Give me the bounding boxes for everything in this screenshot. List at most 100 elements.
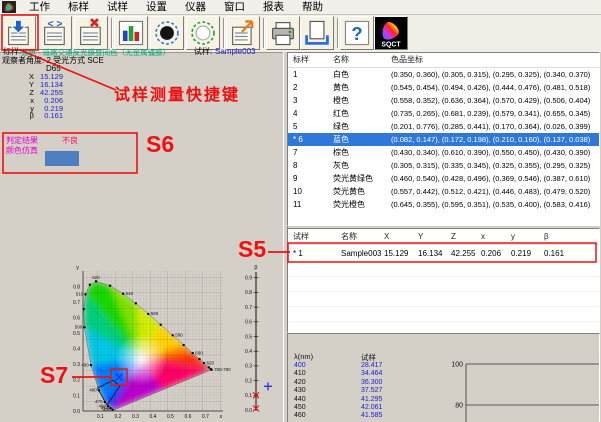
sample-cell: 0.219 [511, 245, 531, 262]
svg-text:0.1: 0.1 [73, 393, 80, 399]
col-header-coords: 色品坐标 [391, 53, 423, 67]
spectral-row: 400 28.417 [288, 362, 438, 370]
bar-chart-icon [116, 18, 146, 48]
svg-text:0.4: 0.4 [150, 414, 157, 420]
sample-target-icon [188, 18, 218, 48]
menu-item-standard[interactable]: 标样 [59, 0, 98, 14]
menu-item-sample[interactable]: 试样 [98, 0, 137, 14]
sample-cell: 42.255 [451, 245, 475, 262]
svg-text:510: 510 [76, 292, 84, 297]
annotation-s5-label: S5 [238, 236, 266, 263]
delete-icon [76, 18, 106, 48]
menu-item-instrument[interactable]: 仪器 [176, 0, 215, 14]
wavelength-value: 410 [294, 370, 306, 378]
standards-row[interactable]: 9荧光黄绿色(0.460, 0.540), (0.428, 0.496), (0… [288, 172, 599, 185]
judgment-result-value: 不良 [62, 136, 78, 145]
sample-target-button[interactable] [186, 16, 220, 50]
standards-row[interactable]: 11荧光橙色(0.645, 0.355), (0.595, 0.351), (0… [288, 198, 599, 211]
svg-text:< >: < > [47, 19, 62, 30]
compare-button[interactable]: < > [38, 16, 72, 50]
standard-name: 橙色 [333, 94, 349, 107]
standard-label: 标样: [3, 47, 21, 56]
standards-row[interactable]: 10荧光黄色(0.557, 0.442), (0.512, 0.421), (0… [288, 185, 599, 198]
export-report-icon [228, 18, 258, 48]
col-header-beta: β [544, 229, 549, 244]
menu-item-window[interactable]: 窗口 [215, 0, 254, 14]
empty-row [288, 292, 599, 307]
standard-id: * 6 [293, 133, 303, 146]
reflectance-chart: 100 80 [446, 334, 599, 422]
tristimulus-block: X15.129Y16.134Z42.255x0.206y0.219β0.161 [2, 73, 64, 120]
menu-item-settings[interactable]: 设置 [137, 0, 176, 14]
svg-text:0.3: 0.3 [73, 362, 80, 368]
sample-measure-button[interactable] [2, 16, 36, 50]
menu-item-report[interactable]: 报表 [254, 0, 293, 14]
svg-text:0.2: 0.2 [115, 414, 122, 420]
spectral-panel: λ(nm) 试样 40028.41741034.46442036.3004303… [287, 333, 600, 422]
standard-id: 7 [293, 146, 297, 159]
col-header-x: x [481, 229, 485, 244]
help-button[interactable]: ? [340, 16, 374, 50]
grid-major [83, 271, 223, 411]
svg-text:480: 480 [89, 388, 97, 393]
sample-row[interactable]: * 1Sample00315.12916.13442.2550.2060.219… [288, 245, 599, 262]
print-preview-button[interactable] [300, 16, 334, 50]
standard-name: 荧光橙色 [333, 198, 365, 211]
standards-row[interactable]: 5绿色(0.201, 0.776), (0.285, 0.441), (0.17… [288, 120, 599, 133]
standard-name: 黄色 [333, 81, 349, 94]
col-header-name: 名称 [333, 53, 349, 67]
standards-row[interactable]: 2黄色(0.545, 0.454), (0.494, 0.426), (0.44… [288, 81, 599, 94]
menu-bar: 工作 标样 试样 设置 仪器 窗口 报表 帮助 [0, 0, 601, 15]
standards-row[interactable]: 3橙色(0.558, 0.352), (0.636, 0.364), (0.57… [288, 94, 599, 107]
standard-id: 11 [293, 198, 301, 211]
app-window: 工作 标样 试样 设置 仪器 窗口 报表 帮助 < > [0, 0, 601, 422]
empty-row [288, 277, 599, 292]
sample-cell: 0.161 [544, 245, 564, 262]
sample-rows: * 1Sample00315.12916.13442.2550.2060.219… [288, 245, 599, 262]
standard-coords: (0.082, 0.147), (0.172, 0.198), (0.210, … [391, 133, 590, 146]
svg-text:0.0: 0.0 [245, 408, 252, 414]
spectral-row: 46041.585 [288, 412, 438, 420]
reflectance-value: 36.300 [361, 379, 382, 387]
standard-id: 8 [293, 159, 297, 172]
menu-item-work[interactable]: 工作 [20, 0, 59, 14]
svg-text:700-780: 700-780 [214, 367, 231, 372]
color-chart-button[interactable] [114, 16, 148, 50]
export-report-button[interactable] [226, 16, 260, 50]
svg-text:0.5: 0.5 [167, 414, 174, 420]
toolbar-separator [337, 18, 339, 48]
standard-id: 9 [293, 172, 297, 185]
standards-row[interactable]: 1白色(0.350, 0.360), (0.305, 0.315), (0.29… [288, 68, 599, 81]
standard-measure-button[interactable] [150, 16, 184, 50]
wavelength-value: 400 [294, 362, 306, 370]
wavelength-value: 420 [294, 379, 306, 387]
standard-id: 4 [293, 107, 297, 120]
standard-coords: (0.201, 0.776), (0.285, 0.441), (0.170, … [391, 120, 590, 133]
menu-item-help[interactable]: 帮助 [293, 0, 332, 14]
standards-row[interactable]: * 6蓝色(0.082, 0.147), (0.172, 0.198), (0.… [288, 133, 599, 146]
standards-row[interactable]: 7棕色(0.430, 0.340), (0.610, 0.390), (0.55… [288, 146, 599, 159]
reflectance-value: 28.417 [361, 362, 382, 370]
spectral-rows: 40028.41741034.46442036.30043037.5274404… [288, 362, 438, 421]
svg-text:0.1: 0.1 [97, 414, 104, 420]
empty-row [288, 262, 599, 277]
right-panel: 标样 名称 色品坐标 1白色(0.350, 0.360), (0.305, 0.… [287, 52, 601, 422]
svg-text:0.7: 0.7 [202, 414, 209, 420]
beta-axis: 0.00.10.20.30.40.50.60.70.80.9β [245, 265, 272, 414]
color-simulation-label: 颜色仿真 [6, 146, 38, 155]
sample-cell: * 1 [293, 245, 303, 262]
standards-row[interactable]: 8灰色(0.305, 0.315), (0.335, 0.345), (0.32… [288, 159, 599, 172]
svg-text:560: 560 [151, 311, 159, 316]
svg-text:580: 580 [175, 333, 183, 338]
printer-icon [268, 18, 298, 48]
print-button[interactable] [266, 16, 300, 50]
wavelength-value: 460 [294, 412, 306, 420]
sample-table-header: 试样 名称 X Y Z x y β [288, 229, 599, 245]
delete-button[interactable] [74, 16, 108, 50]
svg-text:0.5: 0.5 [73, 331, 80, 337]
judgment-result-label: 判定结果 [6, 136, 38, 145]
standards-row[interactable]: 4红色(0.735, 0.265), (0.681, 0.239), (0.57… [288, 107, 599, 120]
sqct-button[interactable]: SQCT [374, 16, 408, 50]
tri-label: Z [2, 89, 34, 97]
standard-coords: (0.557, 0.442), (0.512, 0.421), (0.446, … [391, 185, 590, 198]
